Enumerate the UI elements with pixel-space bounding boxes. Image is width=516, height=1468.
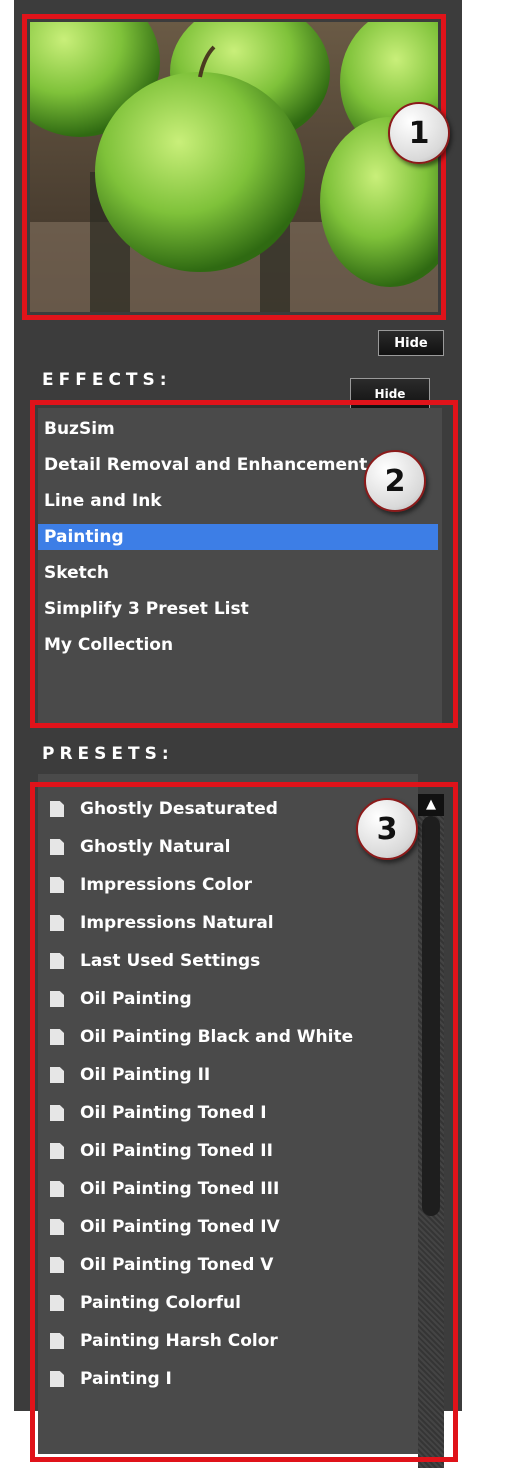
presets-highlight bbox=[30, 782, 458, 1462]
effects-label: EFFECTS: bbox=[42, 370, 172, 390]
callout-1: 1 bbox=[388, 102, 450, 164]
preview-hide-button[interactable]: Hide bbox=[378, 330, 444, 356]
callout-3: 3 bbox=[356, 798, 418, 860]
preview-highlight bbox=[22, 14, 446, 320]
presets-label: PRESETS: bbox=[42, 744, 174, 764]
callout-2: 2 bbox=[364, 450, 426, 512]
